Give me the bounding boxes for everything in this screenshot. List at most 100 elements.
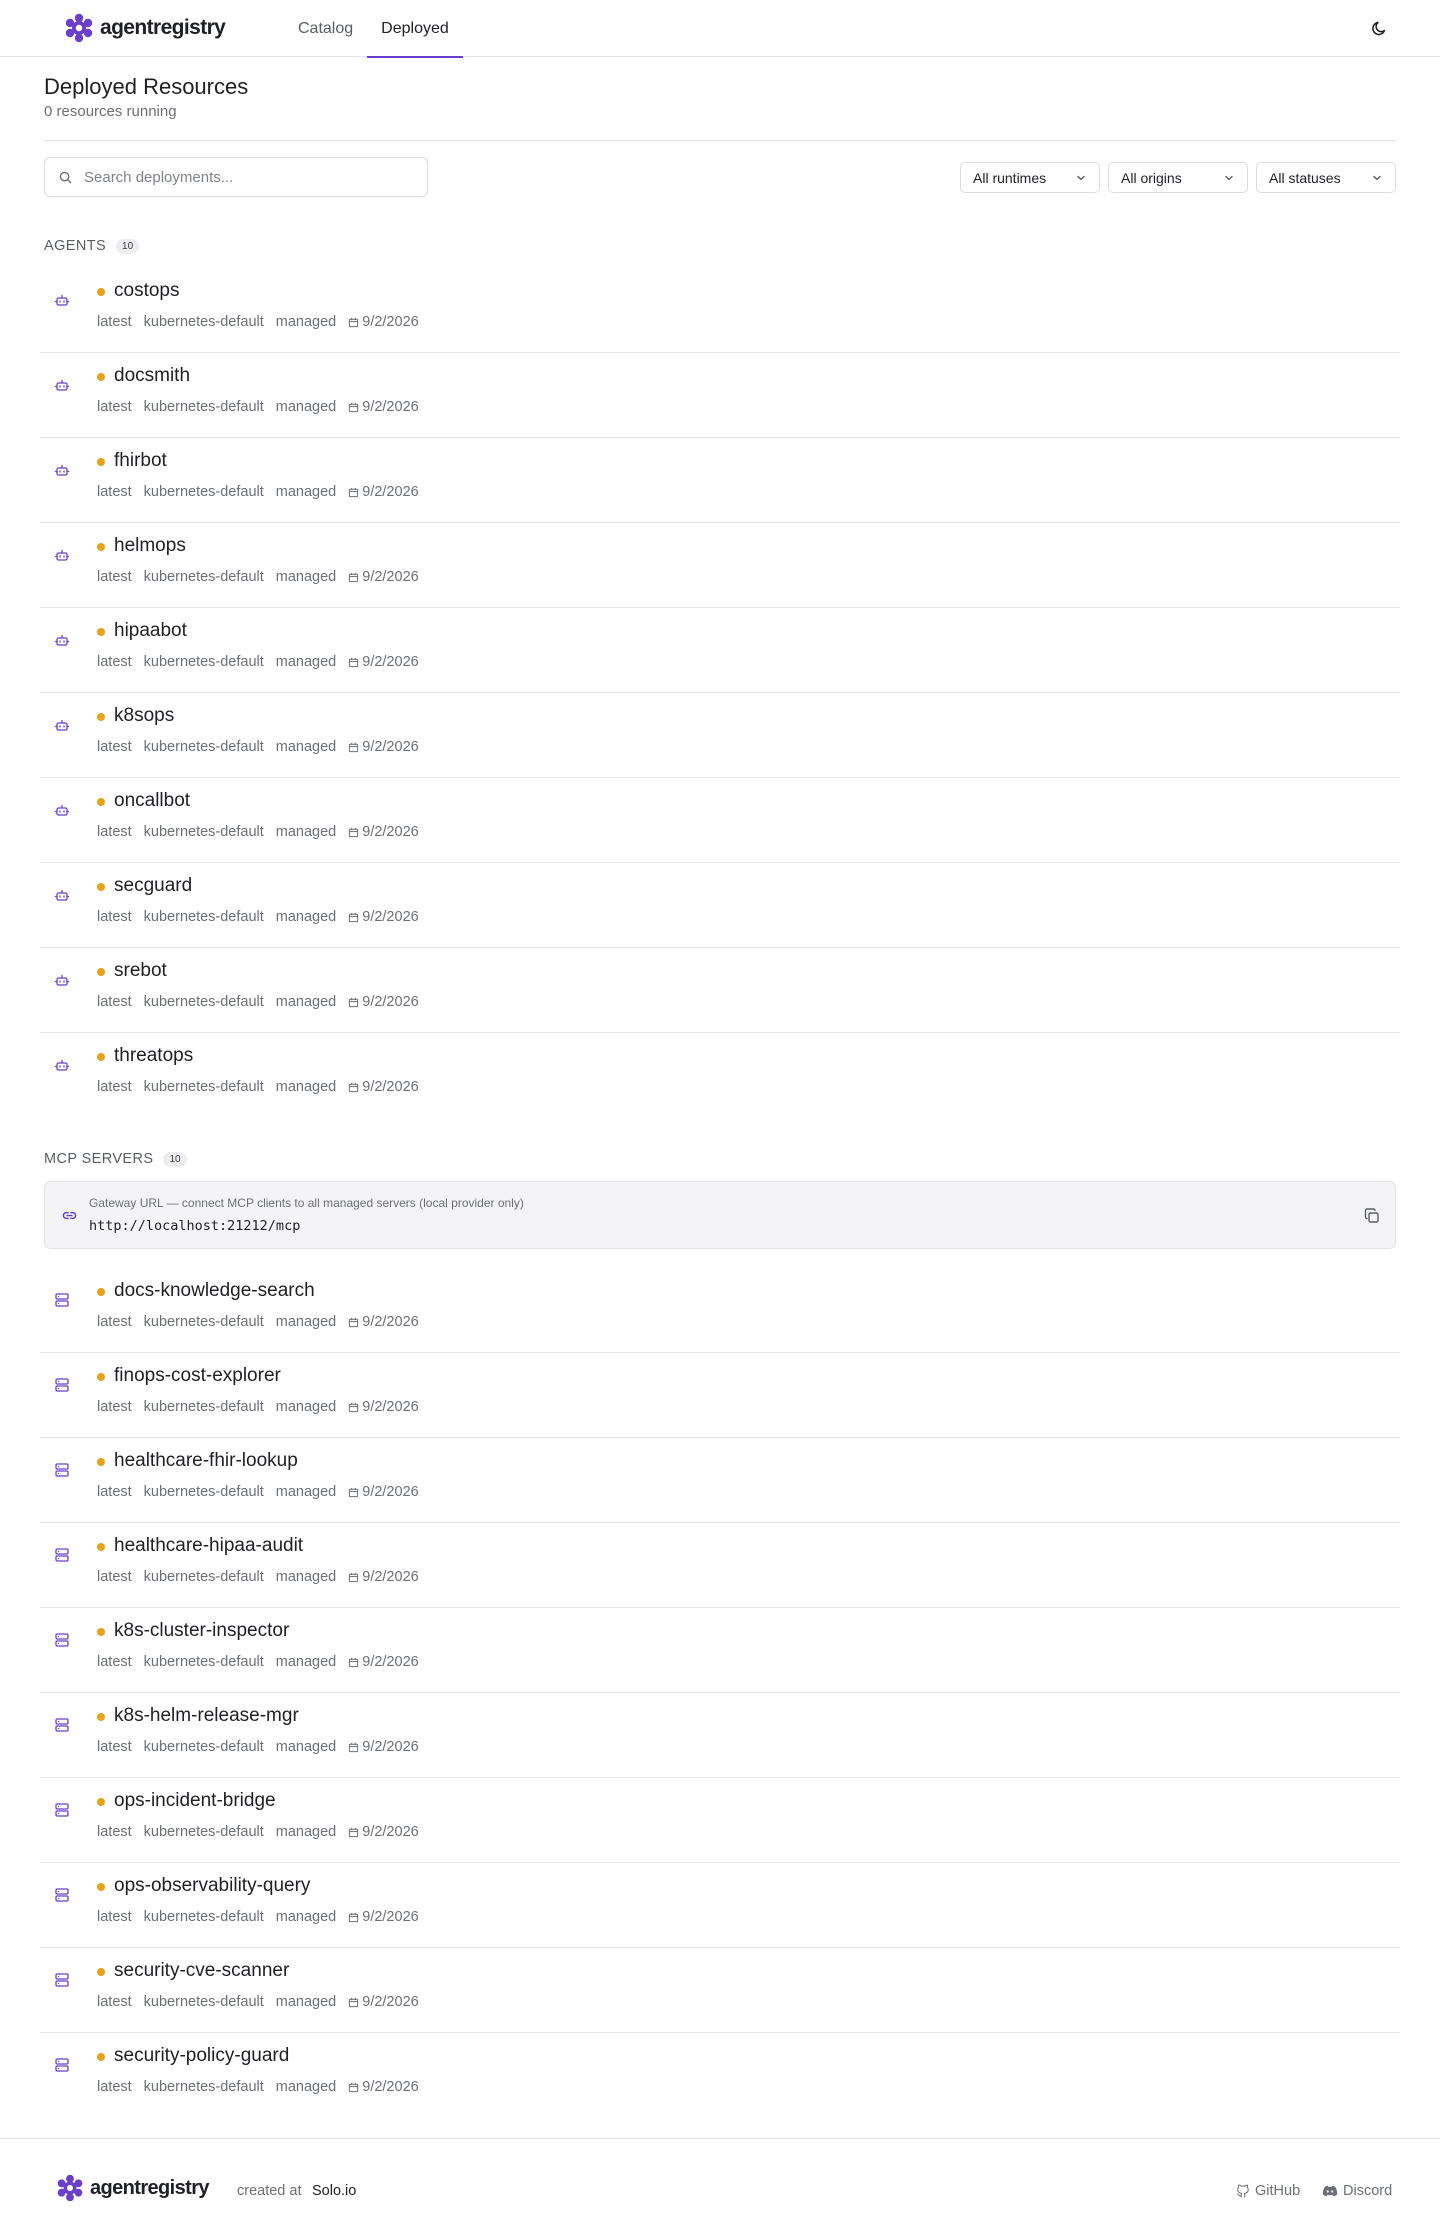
server-icon <box>55 1548 69 1562</box>
mcp-server-row[interactable]: security-policy-guard latest kubernetes-de… <box>40 2033 1400 2118</box>
deployed-date: 9/2/2026 <box>362 1654 419 1670</box>
copy-icon[interactable] <box>1363 1207 1381 1225</box>
status-filter-select[interactable]: All statuses <box>1256 162 1396 193</box>
agent-name[interactable]: k8sops <box>114 705 174 727</box>
mcp-server-row[interactable]: security-cve-scanner latest kubernetes-def… <box>40 1948 1400 2033</box>
mcp-section-header: MCP SERVERS 10 <box>44 1151 187 1167</box>
search-box[interactable] <box>44 157 428 197</box>
mcp-server-row[interactable]: k8s-cluster-inspector latest kubernetes-de… <box>40 1608 1400 1693</box>
calendar-icon-wrap <box>348 487 359 498</box>
mcp-server-row[interactable]: healthcare-fhir-lookup latest kubernetes-d… <box>40 1438 1400 1523</box>
mcp-server-name[interactable]: security-cve-scanner <box>114 1960 289 1982</box>
version-label: latest <box>97 1654 132 1670</box>
calendar-icon-wrap <box>348 1997 359 2008</box>
moon-icon[interactable] <box>1370 18 1390 38</box>
agent-meta: latest kubernetes-default managed 9/2/2026 <box>97 824 431 840</box>
mcp-server-name[interactable]: k8s-cluster-inspector <box>114 1620 289 1642</box>
agent-name[interactable]: oncallbot <box>114 790 190 812</box>
discord-link[interactable]: Discord <box>1322 2183 1392 2199</box>
mcp-server-name[interactable]: ops-incident-bridge <box>114 1790 276 1812</box>
version-label: latest <box>97 654 132 670</box>
tab-catalog[interactable]: Catalog <box>284 0 367 57</box>
server-icon <box>55 1973 69 1987</box>
mcp-server-meta: latest kubernetes-default managed 9/2/2026 <box>97 2079 431 2095</box>
mcp-server-row[interactable]: ops-observability-query latest kubernetes-… <box>40 1863 1400 1948</box>
origin-label: managed <box>275 1654 337 1670</box>
calendar-icon-wrap <box>348 1082 359 1093</box>
mcp-server-name[interactable]: docs-knowledge-search <box>114 1280 315 1302</box>
agent-name[interactable]: fhirbot <box>114 450 167 472</box>
mcp-server-name[interactable]: ops-observability-query <box>114 1875 310 1897</box>
status-dot <box>97 883 105 891</box>
agents-section-label: AGENTS <box>44 238 107 254</box>
solo-io-link[interactable]: Solo.io <box>312 2183 356 2199</box>
origin-label: managed <box>275 824 337 840</box>
runtime-filter-select[interactable]: All runtimes <box>960 162 1100 193</box>
agent-row[interactable]: threatops latest kubernetes-default managed… <box>40 1033 1400 1118</box>
status-dot <box>97 458 105 466</box>
gateway-url[interactable]: http://localhost:21212/mcp <box>89 1218 300 1234</box>
deployed-date: 9/2/2026 <box>362 1739 419 1755</box>
mcp-server-meta: latest kubernetes-default managed 9/2/2026 <box>97 1569 431 1585</box>
agent-name[interactable]: secguard <box>114 875 192 897</box>
footer-brand-name: agentregistry <box>90 2176 210 2199</box>
agent-name[interactable]: helmops <box>114 535 186 557</box>
agent-row[interactable]: k8sops latest kubernetes-default managed 9/2… <box>40 693 1400 778</box>
bot-icon <box>54 634 70 646</box>
agent-row[interactable]: oncallbot latest kubernetes-default managed… <box>40 778 1400 863</box>
status-dot <box>97 628 105 636</box>
origin-filter-select[interactable]: All origins <box>1108 162 1248 193</box>
calendar-icon <box>349 572 359 582</box>
deployed-date: 9/2/2026 <box>362 1399 419 1415</box>
calendar-icon <box>349 1572 359 1582</box>
deployed-date: 9/2/2026 <box>362 654 419 670</box>
agent-row[interactable]: docsmith latest kubernetes-default managed 9… <box>40 353 1400 438</box>
calendar-icon-wrap <box>348 402 359 413</box>
mcp-server-row[interactable]: ops-incident-bridge latest kubernetes-defa… <box>40 1778 1400 1863</box>
mcp-server-name[interactable]: k8s-helm-release-mgr <box>114 1705 299 1727</box>
bot-icon <box>54 1059 70 1071</box>
mcp-server-name[interactable]: finops-cost-explorer <box>114 1365 281 1387</box>
agent-name[interactable]: costops <box>114 280 179 302</box>
agent-name[interactable]: threatops <box>114 1045 193 1067</box>
status-dot <box>97 1288 105 1296</box>
agent-row[interactable]: hipaabot latest kubernetes-default managed 9… <box>40 608 1400 693</box>
status-dot <box>97 798 105 806</box>
origin-label: managed <box>275 1909 337 1925</box>
mcp-server-row[interactable]: docs-knowledge-search latest kubernetes-de… <box>40 1268 1400 1353</box>
agent-name[interactable]: hipaabot <box>114 620 187 642</box>
footer: agentregistry created at Solo.io GitHub … <box>0 2138 1440 2236</box>
agent-row[interactable]: costops latest kubernetes-default managed 9/… <box>40 268 1400 353</box>
calendar-icon-wrap <box>348 572 359 583</box>
calendar-icon-wrap <box>348 1657 359 1668</box>
agent-row[interactable]: secguard latest kubernetes-default managed 9… <box>40 863 1400 948</box>
agent-name[interactable]: srebot <box>114 960 167 982</box>
top-navigation-bar: agentregistry Catalog Deployed <box>0 0 1440 58</box>
search-input[interactable] <box>84 168 404 186</box>
agent-meta: latest kubernetes-default managed 9/2/2026 <box>97 569 431 585</box>
mcp-server-name[interactable]: healthcare-hipaa-audit <box>114 1535 303 1557</box>
server-icon <box>55 1718 69 1732</box>
github-link[interactable]: GitHub <box>1236 2183 1300 2199</box>
agent-name[interactable]: docsmith <box>114 365 190 387</box>
server-icon <box>55 1633 69 1647</box>
agent-row[interactable]: helmops latest kubernetes-default managed 9/… <box>40 523 1400 608</box>
link-icon <box>62 1211 77 1220</box>
agent-row[interactable]: fhirbot latest kubernetes-default managed 9/… <box>40 438 1400 523</box>
brand-logo[interactable]: agentregistry <box>64 13 226 43</box>
calendar-icon-wrap <box>348 1402 359 1413</box>
mcp-server-name[interactable]: security-policy-guard <box>114 2045 289 2067</box>
mcp-server-row[interactable]: finops-cost-explorer latest kubernetes-def… <box>40 1353 1400 1438</box>
bot-icon <box>54 549 70 561</box>
agent-row[interactable]: srebot latest kubernetes-default managed 9/2… <box>40 948 1400 1033</box>
mcp-server-row[interactable]: k8s-helm-release-mgr latest kubernetes-def… <box>40 1693 1400 1778</box>
calendar-icon <box>349 1402 359 1412</box>
status-dot <box>97 373 105 381</box>
status-dot <box>97 1713 105 1721</box>
mcp-server-meta: latest kubernetes-default managed 9/2/2026 <box>97 1484 431 1500</box>
tab-deployed[interactable]: Deployed <box>367 0 463 58</box>
mcp-server-name[interactable]: healthcare-fhir-lookup <box>114 1450 298 1472</box>
mcp-server-row[interactable]: healthcare-hipaa-audit latest kubernetes-d… <box>40 1523 1400 1608</box>
footer-brand-logo[interactable]: agentregistry <box>56 2174 210 2202</box>
provider-label: kubernetes-default <box>143 1994 264 2010</box>
